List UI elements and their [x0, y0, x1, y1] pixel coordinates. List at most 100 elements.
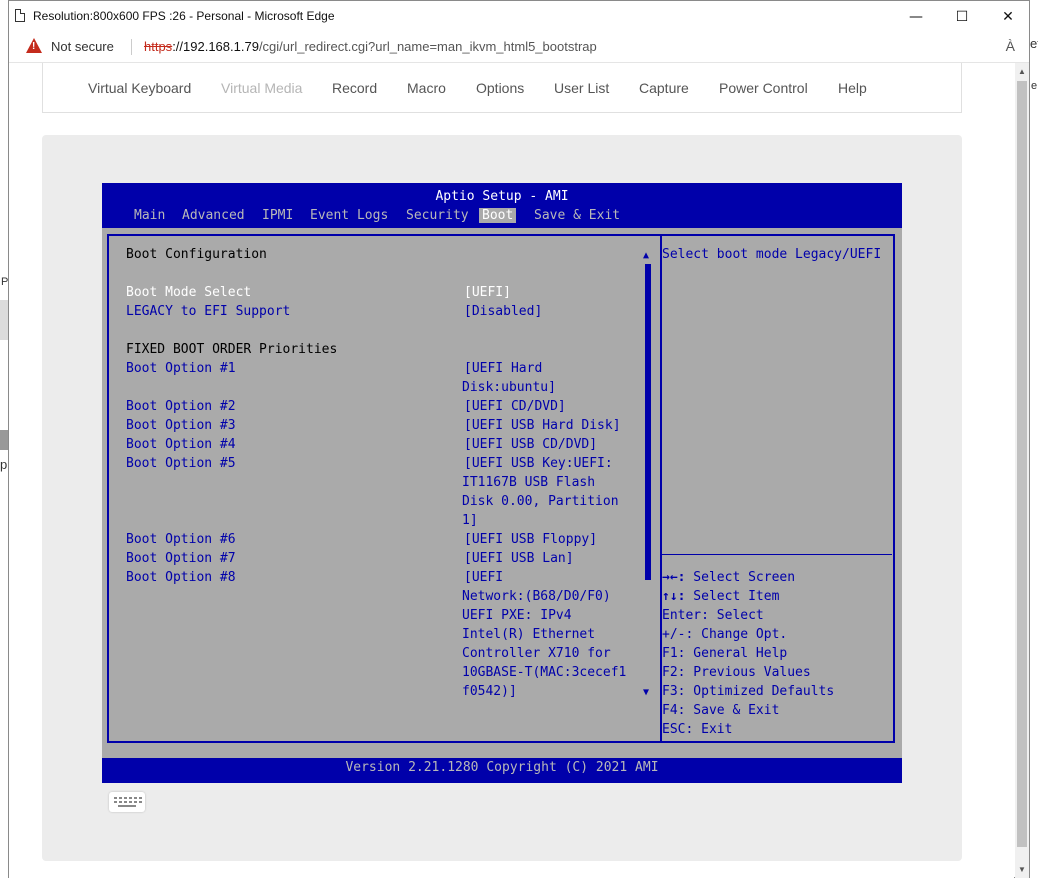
console-panel: Aptio Setup - AMI Main Advanced IPMI Eve… [42, 135, 962, 861]
boot-option-value[interactable]: [UEFI USB Floppy] [464, 530, 597, 549]
warning-icon[interactable]: ! [26, 38, 42, 53]
background-window-text: e [1031, 80, 1038, 92]
boot-option-label[interactable]: Boot Option #4 [126, 435, 236, 454]
background-window-text: p [0, 457, 8, 472]
key-hint-desc: Select [708, 608, 764, 623]
key-hint-desc: Save & Exit [685, 703, 780, 718]
key-hint: F2: Previous Values [662, 663, 811, 682]
tab-boot[interactable]: Boot [479, 208, 517, 223]
url-text[interactable]: https://192.168.1.79/cgi/url_redirect.cg… [144, 39, 597, 54]
address-bar[interactable]: ! Not secure https://192.168.1.79/cgi/ur… [9, 32, 1029, 63]
keyboard-icon[interactable] [109, 792, 145, 812]
key-hint: +/-: Change Opt. [662, 625, 787, 644]
boot-option-value[interactable]: [UEFI [464, 568, 503, 587]
background-window-strip [0, 300, 8, 340]
help-text: Select boot mode Legacy/UEFI [662, 247, 882, 262]
menu-macro[interactable]: Macro [407, 80, 446, 96]
help-divider [660, 554, 892, 555]
menu-virtual-media: Virtual Media [221, 80, 303, 96]
divider [131, 39, 132, 55]
boot-option-value[interactable]: Intel(R) Ethernet [462, 625, 595, 644]
menu-help[interactable]: Help [838, 80, 867, 96]
background-window-text: et [1030, 36, 1038, 51]
boot-option-label[interactable]: Boot Option #3 [126, 416, 236, 435]
page-icon [15, 9, 25, 22]
boot-option-value[interactable]: [UEFI USB Key:UEFI: [464, 454, 613, 473]
background-window-strip [0, 430, 8, 450]
boot-option-label[interactable]: Boot Option #2 [126, 397, 236, 416]
bios-title: Aptio Setup - AMI [435, 189, 569, 204]
menu-user-list[interactable]: User List [554, 80, 609, 96]
key-hint: ESC: Exit [662, 720, 732, 739]
key-hint-desc: Optimized Defaults [685, 684, 835, 699]
security-label[interactable]: Not secure [51, 39, 114, 54]
menu-virtual-keyboard[interactable]: Virtual Keyboard [88, 80, 191, 96]
bios-scrollbar[interactable]: ▲ ▼ [643, 250, 652, 698]
boot-option-label[interactable]: Boot Option #6 [126, 530, 236, 549]
tab-ipmi[interactable]: IPMI [262, 208, 293, 223]
scroll-up-arrow-icon[interactable]: ▲ [643, 250, 649, 261]
menu-power-control[interactable]: Power Control [719, 80, 808, 96]
maximize-button[interactable]: ☐ [939, 1, 985, 32]
boot-option-value[interactable]: [UEFI USB CD/DVD] [464, 435, 597, 454]
boot-option-value[interactable]: [UEFI Hard [464, 359, 542, 378]
close-button[interactable]: ✕ [985, 1, 1031, 32]
url-host: ://192.168.1.79 [172, 39, 259, 54]
legacy-efi-value[interactable]: [Disabled] [464, 302, 542, 321]
scroll-thumb[interactable] [645, 264, 651, 580]
boot-mode-value[interactable]: [UEFI] [464, 283, 511, 302]
key-hint: ↑↓: Select Item [662, 587, 779, 606]
key-hint-desc: Select Item [685, 589, 780, 604]
boot-option-label[interactable]: Boot Option #1 [126, 359, 236, 378]
scroll-down-arrow-icon[interactable]: ▼ [643, 687, 649, 698]
scroll-up-icon[interactable]: ▲ [1018, 67, 1026, 76]
title-bar: Resolution:800x600 FPS :26 - Personal - … [9, 1, 1029, 32]
read-aloud-icon[interactable]: À [1006, 38, 1015, 54]
section-title: Boot Configuration [126, 247, 267, 262]
boot-option-label[interactable]: Boot Option #8 [126, 568, 236, 587]
boot-option-value[interactable]: [UEFI USB Lan] [464, 549, 574, 568]
kvm-page: Virtual Keyboard Virtual Media Record Ma… [9, 63, 1014, 878]
tab-advanced[interactable]: Advanced [182, 208, 245, 223]
boot-option-value[interactable]: Controller X710 for [462, 644, 611, 663]
menu-record[interactable]: Record [332, 80, 377, 96]
kvm-menu-bar: Virtual Keyboard Virtual Media Record Ma… [42, 63, 962, 113]
url-scheme: https [144, 39, 173, 54]
boot-option-value[interactable]: f0542)] [462, 682, 517, 701]
key-hint-desc: Change Opt. [693, 627, 788, 642]
key-hint-key: F1: [662, 646, 686, 661]
tab-security[interactable]: Security [406, 208, 469, 223]
boot-option-value[interactable]: 1] [462, 511, 478, 530]
bios-screen[interactable]: Aptio Setup - AMI Main Advanced IPMI Eve… [102, 183, 902, 783]
minimize-button[interactable]: — [893, 1, 939, 32]
key-hint-desc: General Help [685, 646, 788, 661]
key-hint-key: →←: [662, 570, 686, 585]
scroll-down-icon[interactable]: ▼ [1018, 865, 1026, 874]
boot-option-value[interactable]: Network:(B68/D0/F0) [462, 587, 611, 606]
priorities-title: FIXED BOOT ORDER Priorities [126, 342, 338, 357]
page-scrollbar[interactable]: ▲ ▼ [1015, 63, 1029, 878]
tab-event-logs[interactable]: Event Logs [310, 208, 388, 223]
boot-option-value[interactable]: [UEFI CD/DVD] [464, 397, 566, 416]
boot-option-label[interactable]: Boot Option #7 [126, 549, 236, 568]
boot-option-value[interactable]: UEFI PXE: IPv4 [462, 606, 572, 625]
key-hint: F1: General Help [662, 644, 787, 663]
menu-options[interactable]: Options [476, 80, 524, 96]
boot-option-value[interactable]: IT1167B USB Flash [462, 473, 595, 492]
boot-mode-label[interactable]: Boot Mode Select [126, 283, 251, 302]
key-hint-desc: Exit [693, 722, 733, 737]
boot-option-label[interactable]: Boot Option #5 [126, 454, 236, 473]
tab-main[interactable]: Main [134, 208, 165, 223]
boot-option-value[interactable]: [UEFI USB Hard Disk] [464, 416, 621, 435]
tab-save-exit[interactable]: Save & Exit [534, 208, 620, 223]
boot-option-value[interactable]: 10GBASE-T(MAC:3cecef1 [462, 663, 626, 682]
page-scroll-thumb[interactable] [1017, 81, 1027, 847]
key-hint: Enter: Select [662, 606, 764, 625]
boot-option-value[interactable]: Disk 0.00, Partition [462, 492, 619, 511]
legacy-efi-label[interactable]: LEGACY to EFI Support [126, 302, 290, 321]
key-hint-key: F2: [662, 665, 686, 680]
menu-capture[interactable]: Capture [639, 80, 689, 96]
bios-body: Boot Configuration Boot Mode Select [UEF… [102, 228, 902, 758]
key-hint: F4: Save & Exit [662, 701, 779, 720]
boot-option-value[interactable]: Disk:ubuntu] [462, 378, 556, 397]
